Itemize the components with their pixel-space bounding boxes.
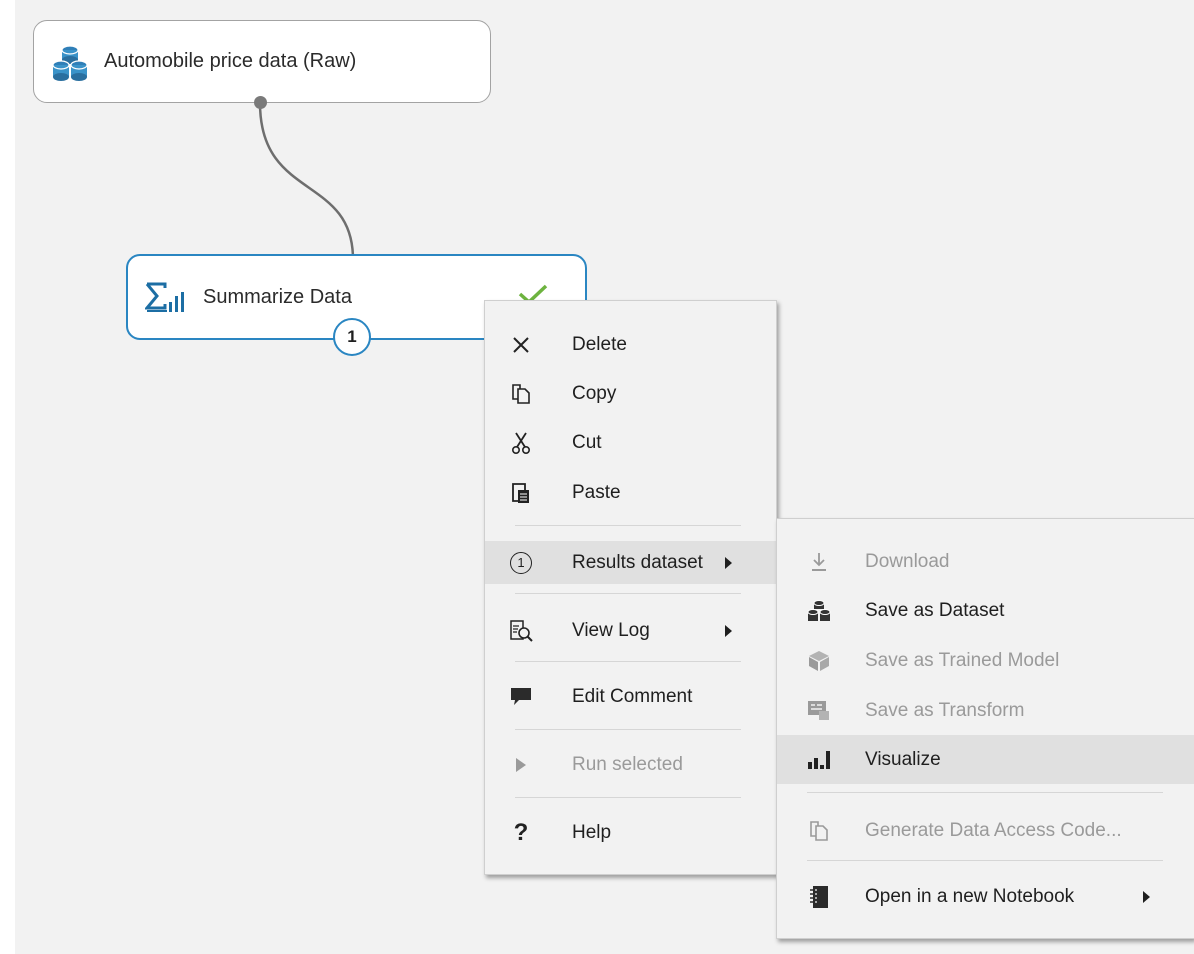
menu-item-edit-comment[interactable]: Edit Comment <box>485 677 776 717</box>
menu-separator <box>807 792 1163 793</box>
menu-label: Open in a new Notebook <box>865 886 1075 907</box>
submenu-item-download[interactable]: Download <box>777 542 1194 582</box>
comment-icon <box>508 684 534 710</box>
copy-icon <box>806 818 832 844</box>
menu-label: View Log <box>572 620 650 641</box>
visualize-icon <box>806 747 832 773</box>
output-port[interactable] <box>254 96 267 109</box>
menu-label: Copy <box>572 383 617 404</box>
menu-label: Paste <box>572 482 621 503</box>
menu-item-view-log[interactable]: View Log <box>485 611 776 651</box>
submenu-item-visualize[interactable]: Visualize <box>777 735 1194 784</box>
menu-label: Run selected <box>572 754 683 775</box>
menu-label: Save as Transform <box>865 700 1025 721</box>
transform-icon <box>806 698 832 724</box>
submenu-arrow-icon <box>725 556 732 569</box>
menu-item-help[interactable]: ? Help <box>485 813 776 853</box>
context-menu: Delete Copy Cut Paste 1 Results dataset … <box>484 300 777 875</box>
menu-label: Visualize <box>865 748 941 770</box>
menu-item-results-dataset[interactable]: 1 Results dataset <box>485 541 776 584</box>
port-glyph: 1 <box>510 551 532 574</box>
menu-separator <box>807 860 1163 861</box>
play-icon <box>508 752 534 778</box>
view-log-icon <box>508 618 534 644</box>
menu-label: Save as Trained Model <box>865 650 1060 671</box>
output-port-1[interactable]: 1 <box>333 318 371 356</box>
port-number: 1 <box>347 327 357 346</box>
cut-icon <box>508 430 534 456</box>
trained-model-icon <box>806 648 832 674</box>
menu-item-copy[interactable]: Copy <box>485 374 776 414</box>
copy-icon <box>508 381 534 407</box>
submenu-item-open-in-notebook[interactable]: Open in a new Notebook <box>777 877 1194 917</box>
dataset-icon <box>50 42 90 82</box>
menu-separator <box>515 661 741 662</box>
download-icon <box>806 549 832 575</box>
submenu-item-save-as-transform[interactable]: Save as Transform <box>777 691 1194 731</box>
help-glyph: ? <box>513 819 529 846</box>
submenu-item-save-as-dataset[interactable]: Save as Dataset <box>777 591 1194 631</box>
submenu-arrow-icon <box>1143 891 1150 903</box>
summarize-icon <box>145 280 187 314</box>
port-one-icon: 1 <box>508 550 534 576</box>
results-dataset-submenu: Download Save as Dataset Save as Trained… <box>776 518 1194 939</box>
menu-item-paste[interactable]: Paste <box>485 473 776 513</box>
menu-label: Delete <box>572 334 627 355</box>
menu-item-delete[interactable]: Delete <box>485 325 776 365</box>
help-icon: ? <box>508 819 534 846</box>
dataset-module-title: Automobile price data (Raw) <box>104 50 357 72</box>
paste-icon <box>508 480 534 506</box>
menu-item-cut[interactable]: Cut <box>485 423 776 463</box>
notebook-icon <box>806 884 832 910</box>
menu-label: Download <box>865 551 950 572</box>
delete-icon <box>508 332 534 358</box>
menu-separator <box>515 797 741 798</box>
submenu-item-save-as-trained-model[interactable]: Save as Trained Model <box>777 641 1194 681</box>
summarize-module-title: Summarize Data <box>203 285 352 308</box>
menu-label: Results dataset <box>572 551 703 573</box>
dataset-icon <box>806 598 832 624</box>
submenu-arrow-icon <box>725 625 732 637</box>
dataset-module[interactable]: Automobile price data (Raw) <box>33 20 491 103</box>
menu-label: Cut <box>572 432 602 453</box>
menu-label: Edit Comment <box>572 686 693 707</box>
menu-separator <box>515 593 741 594</box>
menu-label: Generate Data Access Code... <box>865 820 1122 841</box>
menu-item-run-selected[interactable]: Run selected <box>485 745 776 785</box>
menu-separator <box>515 525 741 526</box>
menu-separator <box>515 729 741 730</box>
submenu-item-generate-data-access-code[interactable]: Generate Data Access Code... <box>777 811 1194 851</box>
menu-label: Save as Dataset <box>865 600 1005 621</box>
menu-label: Help <box>572 822 612 843</box>
